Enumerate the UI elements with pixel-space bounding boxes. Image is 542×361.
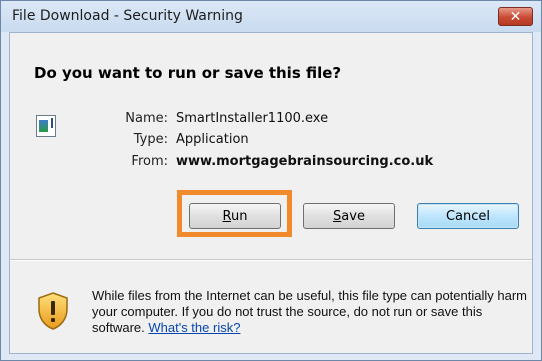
dialog-body: Do you want to run or save this file? Na… [9,32,533,354]
title-bar[interactable]: File Download - Security Warning ✕ [1,1,541,32]
file-name-value: SmartInstaller1100.exe [176,111,329,126]
security-shield-icon [38,292,68,330]
save-button[interactable]: Save [303,203,395,229]
run-button[interactable]: Run [189,203,281,229]
warning-message: While files from the Internet can be use… [92,288,532,336]
divider-highlight [10,260,532,261]
cancel-button[interactable]: Cancel [417,203,519,229]
from-label: From: [131,154,168,169]
type-label: Type: [133,132,168,147]
application-file-icon [36,115,56,137]
whats-the-risk-link[interactable]: What's the risk? [148,320,240,335]
window-title: File Download - Security Warning [12,8,243,24]
close-icon: ✕ [509,8,522,25]
security-warning-dialog: File Download - Security Warning ✕ Do yo… [0,0,542,361]
file-type-value: Application [176,132,249,147]
close-button[interactable]: ✕ [498,7,533,26]
save-button-label: Save [333,208,365,224]
cancel-button-label: Cancel [445,208,491,224]
dialog-question: Do you want to run or save this file? [34,64,342,82]
file-source-value: www.mortgagebrainsourcing.co.uk [176,154,434,169]
run-button-label: Run [222,208,248,224]
name-label: Name: [125,111,168,126]
